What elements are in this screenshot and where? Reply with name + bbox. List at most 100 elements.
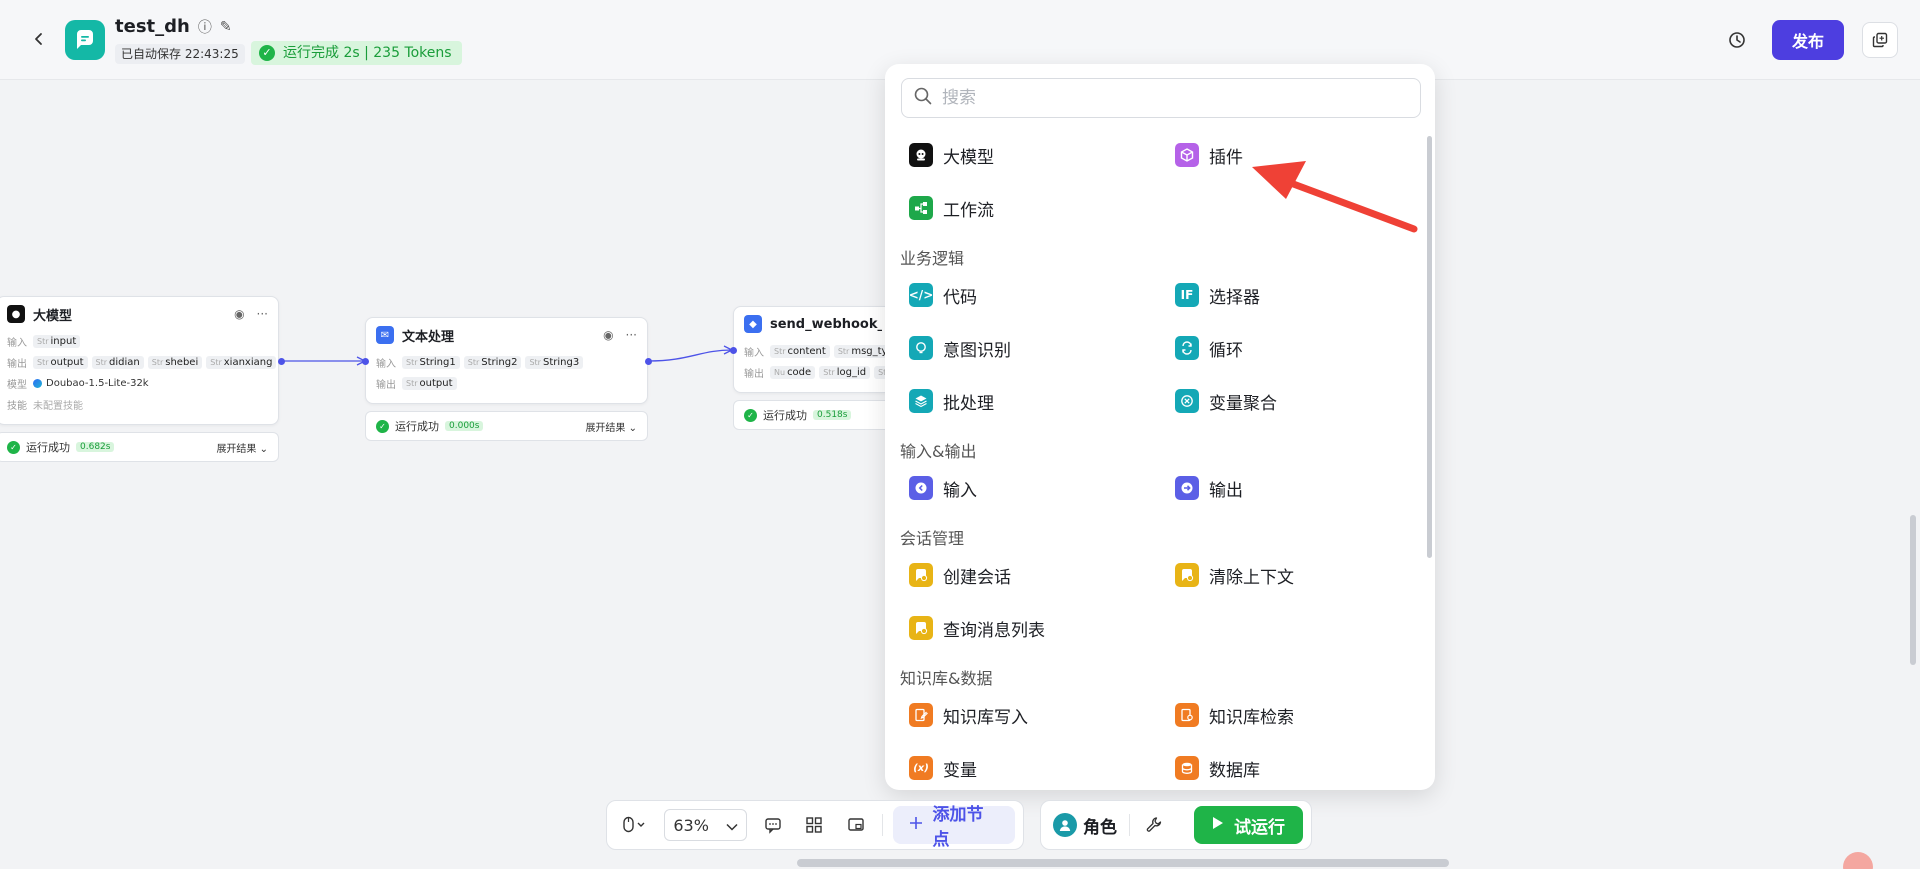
output-port[interactable] <box>645 358 652 365</box>
type-label: Nu <box>774 368 786 377</box>
chevron-left-icon <box>35 33 42 45</box>
node-search-box[interactable] <box>901 78 1421 118</box>
node-item-label: 变量聚合 <box>1209 393 1277 414</box>
node-webhook[interactable]: ◆ send_webhook_me 输入 Strcontent Strmsg_t… <box>733 306 893 393</box>
more-icon[interactable]: ··· <box>626 328 637 342</box>
node-llm[interactable]: ● 大模型 ◉ ··· 输入 Str input 输出 Str output Str… <box>0 296 279 425</box>
history-icon <box>1729 32 1745 48</box>
app-logo <box>65 20 105 60</box>
chat-list-icon <box>909 616 933 640</box>
assistant-mascot-icon[interactable] <box>1843 852 1873 869</box>
type-label: Str <box>37 337 49 346</box>
back-button[interactable] <box>26 26 52 52</box>
input-port[interactable] <box>730 347 737 354</box>
node-item-query-messages[interactable]: 查询消息列表 <box>909 613 1045 643</box>
grid-icon <box>806 817 823 833</box>
param-tag: Str String3 <box>525 356 584 369</box>
node-item-selector[interactable]: IF 选择器 <box>1175 280 1260 310</box>
node-llm-header: ● 大模型 ◉ ··· <box>0 297 278 331</box>
output-port[interactable] <box>278 358 285 365</box>
node-item-label: 创建会话 <box>943 567 1011 588</box>
node-item-database[interactable]: 数据库 <box>1175 753 1260 783</box>
node-item-loop[interactable]: 循环 <box>1175 333 1243 363</box>
role-button[interactable]: 角色 <box>1049 813 1121 838</box>
input-arrow-icon <box>909 476 933 500</box>
param-tag: Str output <box>33 356 88 369</box>
node-text-title: 文本处理 <box>402 329 455 345</box>
vertical-scrollbar[interactable] <box>1910 515 1916 665</box>
code-icon: </> <box>909 283 933 307</box>
workflow-icon <box>909 196 933 220</box>
copy-icon <box>1872 32 1888 48</box>
skill-label: 技能 <box>7 401 27 412</box>
node-item-intent[interactable]: 意图识别 <box>909 333 1011 363</box>
node-item-batch[interactable]: 批处理 <box>909 386 994 416</box>
param-name: didian <box>109 357 140 368</box>
node-text-inputs: 输入 Str String1 Str String2 Str String3 <box>366 352 647 373</box>
node-item-create-conversation[interactable]: 创建会话 <box>909 560 1011 590</box>
publish-button[interactable]: 发布 <box>1772 20 1844 60</box>
llm-robot-icon: ● <box>7 305 25 323</box>
node-item-llm[interactable]: 大模型 <box>909 140 994 170</box>
node-text-process[interactable]: ✉ 文本处理 ◉ ··· 输入 Str String1 Str String2 St… <box>365 317 648 404</box>
node-item-workflow[interactable]: 工作流 <box>909 193 994 223</box>
zoom-value: 63% <box>673 815 709 835</box>
edit-icon[interactable]: ✎ <box>220 19 232 35</box>
section-knowledge-data: 知识库&数据 <box>900 669 993 688</box>
expand-result-button[interactable]: 展开结果 ⌄ <box>585 419 637 434</box>
section-conversation: 会话管理 <box>900 529 965 548</box>
node-webhook-header: ◆ send_webhook_me <box>734 307 892 341</box>
node-item-code[interactable]: </> 代码 <box>909 280 977 310</box>
comment-button[interactable] <box>757 809 788 841</box>
test-run-button[interactable]: 试运行 <box>1194 806 1303 844</box>
minimap-button[interactable] <box>840 809 871 841</box>
add-node-panel: 大模型 插件 工作流 业务逻辑 </> 代码 IF 选择器 意图识别 循环 <box>885 64 1435 790</box>
zoom-select[interactable]: 63% <box>664 809 748 841</box>
input-port[interactable] <box>362 358 369 365</box>
role-label: 角色 <box>1083 817 1117 838</box>
param-name: String3 <box>542 357 580 368</box>
more-icon[interactable]: ··· <box>257 307 268 321</box>
type-label: Str <box>95 358 108 367</box>
node-item-kb-write[interactable]: 知识库写入 <box>909 700 1028 730</box>
search-input[interactable] <box>942 88 1408 108</box>
node-item-input[interactable]: 输入 <box>909 473 977 503</box>
user-avatar-icon <box>1053 813 1077 837</box>
robot-icon <box>909 143 933 167</box>
param-name: xianxiang <box>223 357 273 368</box>
node-item-label: 清除上下文 <box>1209 567 1294 588</box>
check-circle-icon: ✓ <box>7 440 20 454</box>
add-node-button[interactable]: 添加节点 <box>892 805 1015 850</box>
node-item-output[interactable]: 输出 <box>1175 473 1243 503</box>
node-llm-skill: 技能 未配置技能 <box>0 394 278 415</box>
node-item-kb-search[interactable]: 知识库检索 <box>1175 700 1294 730</box>
run-node-icon[interactable]: ◉ <box>603 328 613 342</box>
node-item-plugin[interactable]: 插件 <box>1175 140 1243 170</box>
node-item-variable[interactable]: (x) 变量 <box>909 753 977 783</box>
webhook-icon: ◆ <box>744 315 762 333</box>
expand-result-button[interactable]: 展开结果 ⌄ <box>216 440 268 455</box>
param-name: code <box>787 367 812 378</box>
node-item-label: 插件 <box>1209 147 1243 168</box>
node-item-var-aggregate[interactable]: 变量聚合 <box>1175 386 1277 416</box>
node-item-clear-context[interactable]: 清除上下文 <box>1175 560 1294 590</box>
history-button[interactable] <box>1724 27 1750 53</box>
auto-layout-button[interactable] <box>799 809 830 841</box>
param-name: log_id <box>836 367 867 378</box>
input-label: 输入 <box>744 348 764 359</box>
wrench-icon <box>1146 817 1162 832</box>
panel-scrollbar[interactable] <box>1427 136 1432 558</box>
node-item-label: 意图识别 <box>943 340 1011 361</box>
cube-icon <box>1175 143 1199 167</box>
info-icon[interactable]: ⓘ <box>198 17 212 37</box>
horizontal-scrollbar[interactable] <box>797 859 1449 867</box>
minimap-icon <box>848 818 864 831</box>
settings-button[interactable] <box>1138 809 1170 841</box>
interaction-mode-button[interactable] <box>615 809 654 841</box>
duplicate-button[interactable] <box>1862 22 1898 58</box>
node-webhook-inputs: 输入 Strcontent Strmsg_type <box>734 341 892 362</box>
lightbulb-icon <box>909 336 933 360</box>
run-node-icon[interactable]: ◉ <box>234 307 244 321</box>
param-name: String1 <box>419 357 456 368</box>
type-label: Str <box>837 347 850 356</box>
